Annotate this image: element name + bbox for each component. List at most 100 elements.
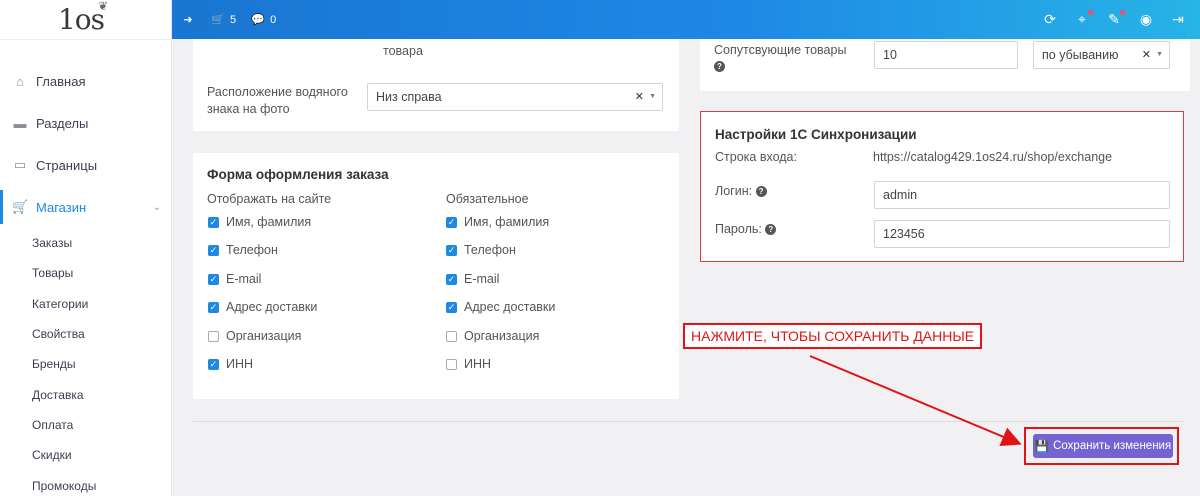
sidebar-subitem-promocodes[interactable]: Промокоды [0,470,171,496]
show-checkbox-inn[interactable]: ✓ ИНН [208,357,253,371]
checkbox-checked[interactable]: ✓ [446,273,457,285]
cart-icon: 🛒 [211,14,225,26]
logout-icon[interactable]: ⇥ [1170,11,1186,28]
required-column-header: Обязательное [446,192,529,206]
required-checkbox-organization[interactable]: Организация [446,329,539,343]
sidebar-nav: ⌂ Главная ▬ Разделы ▭ Страницы 🛒 Магазин… [0,60,171,496]
help-icon[interactable]: ? [714,61,725,72]
sidebar-subitem-payment[interactable]: Оплата [0,410,171,440]
checkbox-checked[interactable]: ✓ [208,358,219,370]
sidebar-subitem-categories[interactable]: Категории [0,289,171,319]
checkbox-checked[interactable]: ✓ [208,216,219,228]
sitemap-icon[interactable]: ⌖ [1074,9,1093,28]
login-input[interactable]: admin [874,181,1170,209]
leaf-icon: ❦ [97,0,108,13]
sidebar-item-label: Главная [36,73,86,89]
notification-dot [1088,9,1093,15]
show-checkbox-name[interactable]: ✓ Имя, фамилия [208,215,311,229]
eye-icon[interactable]: ◉ [1138,11,1154,28]
related-products-label: Сопутсвующие товары [714,43,847,57]
related-count-input[interactable]: 10 [874,41,1018,69]
refresh-icon[interactable]: ⟳ [1042,11,1058,28]
related-products-card: Сопутсвующие товары ? 10 по убыванию ✕ ▼ [700,39,1190,91]
footer-divider [193,421,1183,422]
checkbox-checked[interactable]: ✓ [208,273,219,285]
sidebar-item-shop[interactable]: 🛒 Магазин ⌄ [0,186,171,228]
sidebar-subitem-discounts[interactable]: Скидки [0,440,171,470]
floppy-icon: 💾 [1034,441,1050,453]
related-sort-select[interactable]: по убыванию ✕ ▼ [1033,41,1170,69]
show-checkbox-email[interactable]: ✓ E-mail [208,272,261,286]
show-column-header: Отображать на сайте [207,192,332,206]
save-button-label: Сохранить изменения [1053,440,1172,452]
entry-label: Строка входа: [715,150,797,164]
chevron-down-icon: ⌄ [152,201,161,213]
sync-settings-card: Настройки 1С Синхронизации Строка входа:… [700,111,1184,262]
home-icon: ⌂ [16,73,24,89]
order-form-title: Форма оформления заказа [207,167,389,182]
sidebar: 1os ❦ ⌂ Главная ▬ Разделы ▭ Страницы 🛒 Ма… [0,0,172,496]
brush-icon[interactable]: ✎ [1106,9,1125,28]
entry-value: https://catalog429.1os24.ru/shop/exchang… [873,150,1113,164]
cut-label: товара [383,44,423,58]
save-button[interactable]: 💾 Сохранить изменения [1033,434,1173,458]
sidebar-item-label: Магазин [36,199,87,215]
watermark-position-label-1: Расположение водяного [207,85,348,99]
back-button[interactable]: ➜ [180,12,196,28]
clear-icon[interactable]: ✕ [1142,48,1151,61]
sidebar-item-sections[interactable]: ▬ Разделы [0,102,171,144]
annotation-callout: НАЖМИТЕ, ЧТОБЫ СОХРАНИТЬ ДАННЫЕ [683,323,983,349]
required-checkbox-phone[interactable]: ✓ Телефон [446,243,516,257]
arrow-left-circle-icon: ➜ [183,14,193,26]
watermark-position-select[interactable]: Низ справа ✕ ▼ [367,83,663,111]
folder-icon: ▬ [13,115,27,131]
show-checkbox-address[interactable]: ✓ Адрес доставки [208,300,317,314]
order-form-card: Форма оформления заказа Отображать на са… [193,153,679,399]
file-icon: ▭ [13,157,27,172]
checkbox-checked[interactable]: ✓ [446,301,457,313]
watermark-card: товара Расположение водяного знака на фо… [193,39,679,131]
clear-icon[interactable]: ✕ [635,90,644,103]
password-label: Пароль: ? [715,221,777,238]
sidebar-subitem-products[interactable]: Товары [0,258,171,288]
dropdown-arrow-icon: ▼ [649,93,656,100]
comments-count: 0 [270,13,277,26]
required-checkbox-address[interactable]: ✓ Адрес доставки [446,300,555,314]
sidebar-item-pages[interactable]: ▭ Страницы [0,144,171,186]
checkbox-checked[interactable]: ✓ [446,216,457,228]
checkbox-unchecked[interactable] [446,358,457,370]
cart-icon: 🛒 [12,199,29,214]
help-icon[interactable]: ? [765,224,777,236]
dropdown-arrow-icon: ▼ [1156,51,1163,58]
show-checkbox-phone[interactable]: ✓ Телефон [208,243,278,257]
checkbox-checked[interactable]: ✓ [446,244,457,256]
required-checkbox-inn[interactable]: ИНН [446,357,491,371]
checkbox-checked[interactable]: ✓ [208,301,219,313]
required-checkbox-email[interactable]: ✓ E-mail [446,272,499,286]
checkbox-checked[interactable]: ✓ [208,244,219,256]
checkbox-unchecked[interactable] [208,330,219,342]
sidebar-subitem-delivery[interactable]: Доставка [0,379,171,409]
cart-count: 5 [230,13,237,26]
password-input[interactable]: 123456 [874,220,1170,248]
logo[interactable]: 1os ❦ [0,0,171,40]
topbar: ➜ 🛒 5 💬 0 ⟳ ⌖ ✎ ◉ ⇥ [172,0,1200,39]
required-checkbox-name[interactable]: ✓ Имя, фамилия [446,215,549,229]
cart-button[interactable]: 🛒 5 [210,12,236,28]
notification-dot [1120,9,1125,15]
sidebar-subitem-properties[interactable]: Свойства [0,319,171,349]
sidebar-item-label: Страницы [36,157,98,173]
help-icon[interactable]: ? [755,186,767,198]
checkbox-unchecked[interactable] [446,330,457,342]
sidebar-subitem-brands[interactable]: Бренды [0,349,171,379]
comments-icon: 💬 [251,14,265,26]
sidebar-item-home[interactable]: ⌂ Главная [0,60,171,102]
watermark-position-value: Низ справа [376,90,442,104]
comments-button[interactable]: 💬 0 [250,12,276,28]
sidebar-item-label: Разделы [36,115,89,131]
sidebar-subitem-orders[interactable]: Заказы [0,228,171,258]
show-checkbox-organization[interactable]: Организация [208,329,301,343]
sync-title: Настройки 1С Синхронизации [715,127,917,142]
login-label: Логин: ? [715,183,767,200]
watermark-position-label-2: знака на фото [207,102,290,116]
